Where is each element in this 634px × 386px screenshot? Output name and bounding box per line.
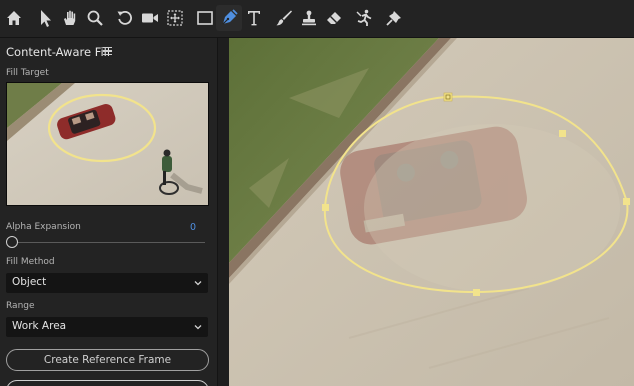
home-icon[interactable] <box>1 5 27 31</box>
selection-arrow-icon[interactable] <box>32 5 58 31</box>
alpha-expansion-slider-track[interactable] <box>12 242 205 243</box>
chevron-down-icon <box>194 281 202 286</box>
range-dropdown[interactable]: Work Area <box>6 317 208 337</box>
fill-method-dropdown[interactable]: Object <box>6 273 208 293</box>
clone-stamp-icon[interactable] <box>296 5 322 31</box>
mask-vertex[interactable] <box>322 204 329 211</box>
panel-title: Content-Aware Fill <box>6 45 111 59</box>
pen-icon[interactable] <box>216 5 242 31</box>
toolbar <box>0 0 634 38</box>
brush-icon[interactable] <box>271 5 297 31</box>
type-icon[interactable] <box>241 5 267 31</box>
panel-menu-icon[interactable] <box>103 47 112 56</box>
fill-target-label: Fill Target <box>6 68 49 78</box>
mask-vertex[interactable] <box>623 198 630 205</box>
alpha-expansion-slider-knob[interactable] <box>6 236 18 248</box>
range-label: Range <box>6 301 35 311</box>
hand-icon[interactable] <box>57 5 83 31</box>
content-aware-fill-panel: Content-Aware Fill Fill Target Alpha Exp… <box>0 38 218 386</box>
camera-icon[interactable] <box>137 5 163 31</box>
fill-method-label: Fill Method <box>6 257 55 267</box>
rectangle-icon[interactable] <box>192 5 218 31</box>
create-reference-frame-button[interactable]: Create Reference Frame <box>6 349 209 371</box>
chevron-down-icon <box>194 325 202 330</box>
alpha-expansion-value[interactable]: 0 <box>190 222 196 233</box>
alpha-expansion-label: Alpha Expansion <box>6 222 81 232</box>
create-reference-frame-label: Create Reference Frame <box>43 354 172 366</box>
fill-method-value: Object <box>12 276 47 288</box>
composition-viewer[interactable] <box>229 38 634 386</box>
mask-vertex[interactable] <box>443 92 453 102</box>
puppet-pin-icon[interactable] <box>381 5 407 31</box>
rotate-icon[interactable] <box>112 5 138 31</box>
generate-fill-button[interactable] <box>6 380 209 386</box>
mask-vertex[interactable] <box>473 289 480 296</box>
fill-target-thumbnail <box>6 82 209 206</box>
mask-vertex[interactable] <box>559 130 566 137</box>
pan-behind-icon[interactable] <box>162 5 188 31</box>
eraser-icon[interactable] <box>321 5 347 31</box>
range-value: Work Area <box>12 320 67 332</box>
zoom-icon[interactable] <box>82 5 108 31</box>
roto-brush-icon[interactable] <box>351 5 377 31</box>
